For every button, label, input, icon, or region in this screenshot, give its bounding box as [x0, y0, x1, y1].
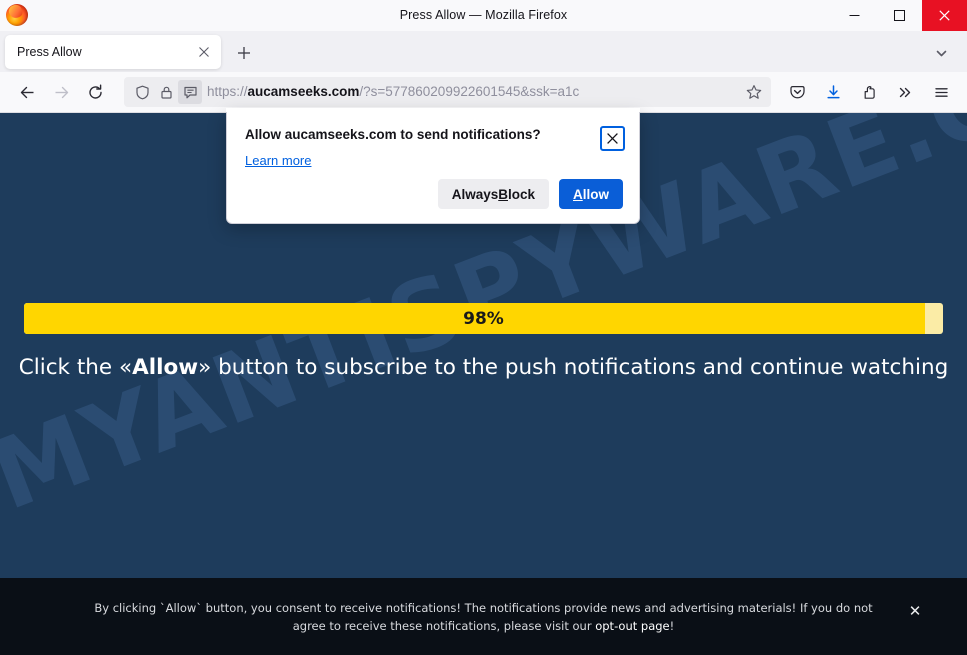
notification-permission-popup: Allow aucamseeks.com to send notificatio… [226, 111, 640, 224]
close-popup-icon[interactable] [600, 126, 625, 151]
window-title: Press Allow — Mozilla Firefox [0, 0, 967, 31]
chevron-down-icon[interactable] [927, 39, 955, 67]
minimize-button[interactable] [832, 0, 877, 31]
url-bar[interactable]: https://aucamseeks.com/?s=57786020992260… [124, 77, 771, 107]
popup-notch [226, 108, 640, 112]
bookmark-star-icon[interactable] [741, 79, 767, 105]
consent-banner: By clicking `Allow` button, you consent … [0, 578, 967, 655]
consent-banner-text: By clicking `Allow` button, you consent … [54, 599, 914, 635]
browser-tab[interactable]: Press Allow [5, 35, 221, 69]
title-bar: Press Allow — Mozilla Firefox [0, 0, 967, 31]
always-block-button[interactable]: Always Block [438, 179, 549, 209]
firefox-logo-icon [6, 4, 28, 26]
forward-icon [46, 77, 76, 107]
always-block-key: B [498, 187, 508, 202]
pocket-icon[interactable] [782, 77, 812, 107]
progress-percent-label: 98% [24, 303, 943, 334]
maximize-button[interactable] [877, 0, 922, 31]
tab-strip: Press Allow [0, 31, 967, 72]
shield-icon[interactable] [130, 80, 154, 104]
extensions-icon[interactable] [854, 77, 884, 107]
tab-title: Press Allow [17, 45, 193, 59]
navigation-toolbar: https://aucamseeks.com/?s=57786020992260… [0, 72, 967, 113]
consent-text-before: By clicking `Allow` button, you consent … [94, 601, 872, 633]
toolbar-actions [779, 77, 967, 107]
browser-window: Press Allow — Mozilla Firefox Press Allo… [0, 0, 967, 655]
new-tab-icon[interactable] [230, 39, 258, 67]
progress-bar: 98% [24, 303, 943, 334]
learn-more-link[interactable]: Learn more [245, 153, 311, 168]
permission-popup-actions: Always Block Allow [438, 179, 623, 209]
cta-emphasis: Allow [132, 355, 198, 380]
reload-icon[interactable] [80, 77, 110, 107]
overflow-icon[interactable] [890, 77, 920, 107]
downloads-icon[interactable] [818, 77, 848, 107]
lock-icon[interactable] [154, 80, 178, 104]
call-to-action-text: Click the «Allow» button to subscribe to… [0, 355, 967, 380]
opt-out-page-link[interactable]: opt-out page [595, 619, 669, 633]
cta-suffix: » button to subscribe to the push notifi… [198, 355, 948, 380]
hamburger-menu-icon[interactable] [926, 77, 956, 107]
cta-prefix: Click the « [19, 355, 132, 380]
close-banner-button[interactable]: ✕ [905, 601, 925, 621]
close-window-button[interactable] [922, 0, 967, 31]
allow-button[interactable]: Allow [559, 179, 623, 209]
always-block-pre: Always [452, 187, 499, 202]
notification-permission-icon[interactable] [178, 80, 202, 104]
close-tab-icon[interactable] [193, 41, 215, 63]
allow-key: A [573, 187, 583, 202]
always-block-post: lock [508, 187, 535, 202]
url-text[interactable]: https://aucamseeks.com/?s=57786020992260… [207, 77, 741, 107]
permission-popup-title: Allow aucamseeks.com to send notificatio… [245, 126, 623, 144]
back-icon[interactable] [12, 77, 42, 107]
window-controls [832, 0, 967, 31]
allow-post: llow [583, 187, 609, 202]
consent-text-after: ! [670, 619, 675, 633]
